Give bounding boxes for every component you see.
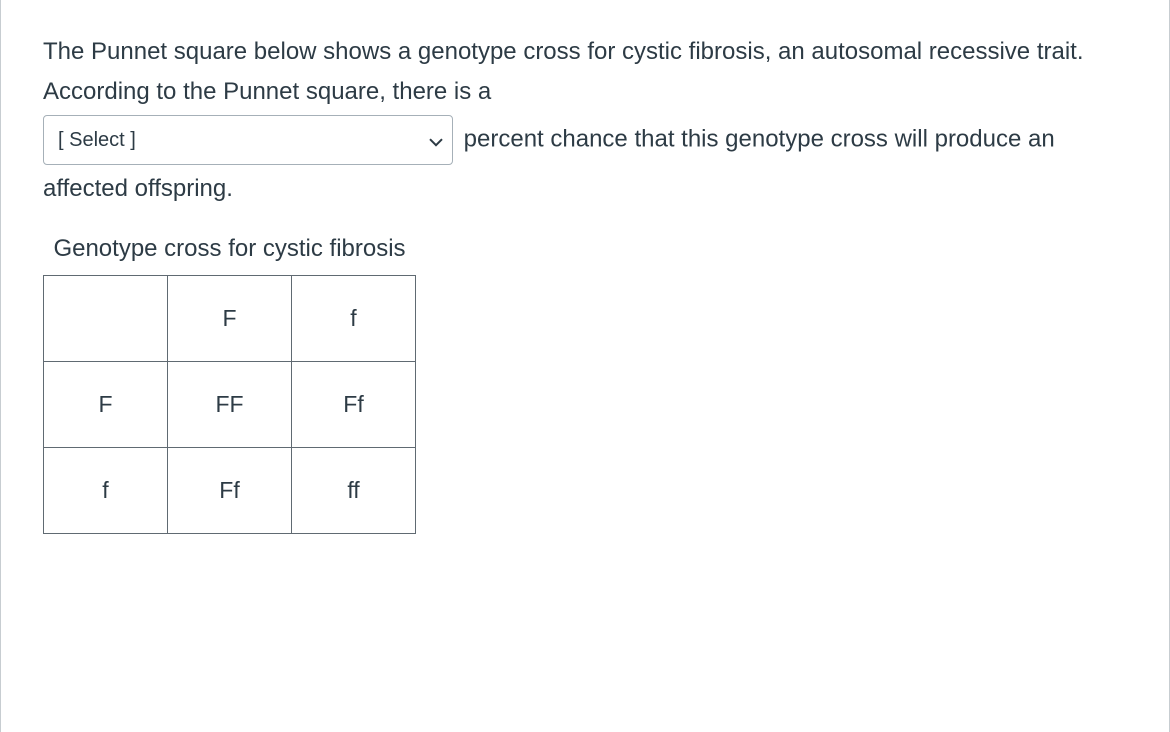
question-text-part1: The Punnet square below shows a genotype… xyxy=(43,38,1084,105)
question-text-block: The Punnet square below shows a genotype… xyxy=(43,32,1127,209)
table-cell xyxy=(44,275,168,361)
table-cell: f xyxy=(44,447,168,533)
table-cell: Ff xyxy=(292,361,416,447)
question-container: The Punnet square below shows a genotype… xyxy=(0,0,1170,732)
table-row: F FF Ff xyxy=(44,361,416,447)
table-row: F f xyxy=(44,275,416,361)
table-caption: Genotype cross for cystic fibrosis xyxy=(43,227,416,275)
punnett-square-table: Genotype cross for cystic fibrosis F f F… xyxy=(43,227,416,534)
table-cell: Ff xyxy=(168,447,292,533)
table-cell: F xyxy=(44,361,168,447)
table-cell: f xyxy=(292,275,416,361)
table-cell: ff xyxy=(292,447,416,533)
table-cell: FF xyxy=(168,361,292,447)
table-cell: F xyxy=(168,275,292,361)
table-row: f Ff ff xyxy=(44,447,416,533)
answer-dropdown-wrapper: [ Select ] xyxy=(43,115,453,165)
answer-select[interactable]: [ Select ] xyxy=(43,115,453,165)
